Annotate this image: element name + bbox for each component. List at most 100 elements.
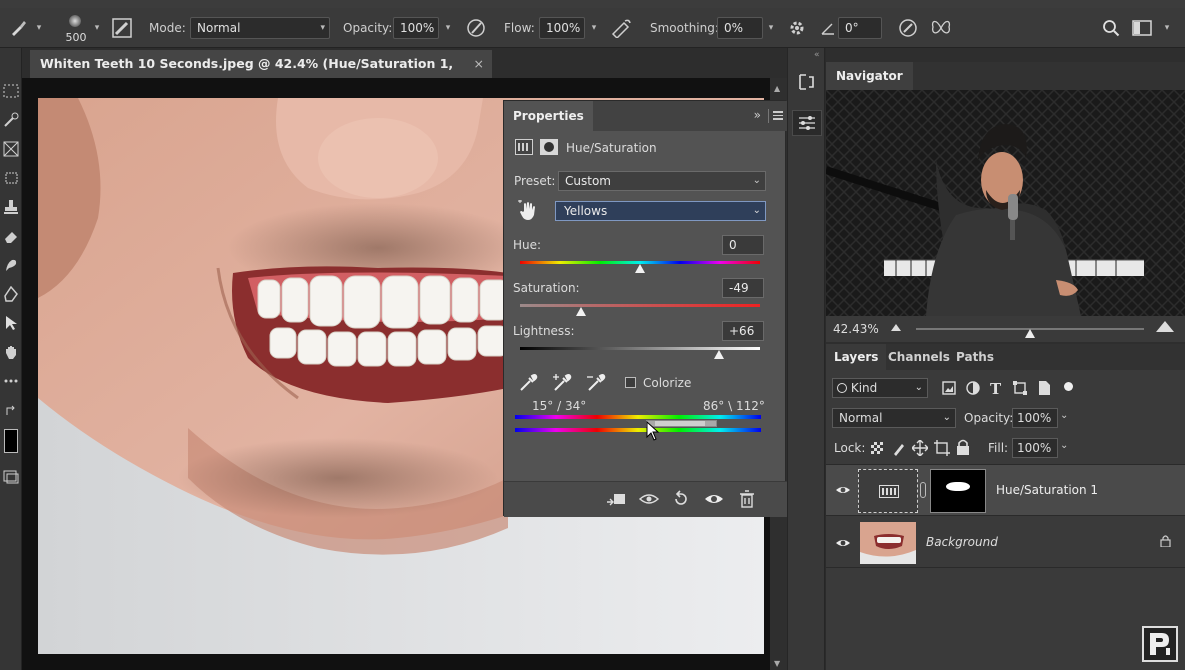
lightness-slider-thumb[interactable] (714, 350, 725, 359)
close-icon[interactable]: × (474, 50, 484, 78)
zoom-percent[interactable]: 42.43% (833, 322, 879, 336)
zoom-slider-thumb[interactable] (1025, 329, 1035, 338)
fill-field[interactable]: 100% (1012, 438, 1058, 458)
adjustment-layer-thumbnail[interactable] (858, 469, 918, 513)
mask-link-chain-icon[interactable] (920, 482, 926, 498)
view-previous-state-icon[interactable] (638, 491, 660, 510)
reset-icon[interactable] (672, 490, 690, 511)
eraser-tool-icon[interactable] (1, 225, 21, 247)
lightness-value-field[interactable]: +66 (722, 321, 764, 341)
filter-smart-object-icon[interactable] (1037, 380, 1051, 399)
lock-transparent-icon[interactable] (871, 442, 883, 454)
lock-icon[interactable] (1160, 534, 1171, 550)
scroll-down-icon[interactable]: ▼ (774, 659, 780, 668)
clone-stamp-tool-icon[interactable] (1, 196, 21, 218)
tab-layers[interactable]: Layers (826, 344, 887, 370)
filter-kind-dropdown[interactable]: Kind ⌄ (832, 378, 928, 398)
filter-pixel-icon[interactable] (942, 381, 956, 398)
history-icon[interactable] (797, 72, 817, 95)
navigator-tab[interactable]: Navigator (826, 62, 913, 90)
lock-position-move-icon[interactable] (911, 439, 929, 459)
saturation-slider-track[interactable] (520, 304, 760, 307)
layer-mask-thumbnail[interactable] (930, 469, 986, 513)
tab-channels[interactable]: Channels (880, 344, 958, 370)
symmetry-butterfly-icon[interactable] (928, 8, 954, 48)
layer-opacity-field[interactable]: 100% (1012, 408, 1058, 428)
layer-row-background[interactable]: Background (826, 518, 1185, 568)
foreground-color-swatch[interactable] (1, 426, 21, 456)
brush-preset-picker[interactable]: 500 (60, 12, 92, 46)
layer-name[interactable]: Background (926, 535, 998, 549)
hand-tool-icon[interactable] (1, 341, 21, 363)
path-selection-tool-icon[interactable] (1, 312, 21, 334)
tab-paths[interactable]: Paths (948, 344, 1002, 370)
collapse-dock-icon[interactable]: « (814, 50, 820, 60)
lock-all-icon[interactable] (956, 439, 970, 458)
airbrush-icon[interactable] (608, 8, 634, 48)
background-layer-thumbnail[interactable] (860, 522, 916, 564)
pressure-opacity-icon[interactable] (464, 8, 488, 48)
filter-shape-icon[interactable] (1013, 381, 1027, 398)
tool-preset-chevron-icon[interactable]: ▾ (32, 17, 46, 39)
pen-tool-icon[interactable] (1, 283, 21, 305)
collapse-panel-icon[interactable]: » (754, 108, 761, 122)
channel-dropdown[interactable]: Yellows ⌄ (555, 201, 766, 221)
saturation-slider-thumb[interactable] (576, 307, 587, 316)
flow-chevron-icon[interactable]: ▾ (587, 17, 601, 39)
smoothing-chevron-icon[interactable]: ▾ (764, 17, 778, 39)
hue-slider-thumb[interactable] (635, 264, 645, 273)
mode-dropdown[interactable]: Normal ▾ (190, 17, 330, 39)
brush-preset-chevron-icon[interactable]: ▾ (90, 17, 104, 39)
eyedropper-plus-icon[interactable] (552, 373, 572, 396)
frame-tool-icon[interactable] (1, 138, 21, 160)
flow-field[interactable]: 100% (539, 17, 585, 39)
gear-icon[interactable] (785, 8, 809, 48)
scroll-up-icon[interactable]: ▲ (774, 84, 780, 93)
panel-menu-icon[interactable] (773, 111, 783, 120)
lock-pixels-brush-icon[interactable] (892, 440, 906, 459)
quick-selection-tool-icon[interactable] (1, 109, 21, 131)
clip-to-layer-icon[interactable] (606, 491, 626, 510)
targeted-adjustment-hand-icon[interactable] (518, 199, 538, 222)
crop-tool-icon[interactable] (1, 167, 21, 189)
blend-mode-dropdown[interactable]: Normal ⌄ (832, 408, 956, 428)
brush-tool-icon[interactable] (6, 8, 30, 48)
eyedropper-icon[interactable] (518, 373, 538, 396)
smudge-tool-icon[interactable] (1, 254, 21, 276)
marquee-tool-icon[interactable] (1, 80, 21, 102)
visibility-eye-icon[interactable] (835, 484, 851, 499)
angle-field[interactable]: 0° (838, 17, 882, 39)
workspace-layout-icon[interactable] (1130, 8, 1154, 48)
saturation-value-field[interactable]: -49 (722, 278, 764, 298)
zoom-out-icon[interactable] (891, 324, 901, 331)
opacity-field[interactable]: 100% (393, 17, 439, 39)
preset-dropdown[interactable]: Custom ⌄ (558, 171, 766, 191)
fill-chevron-icon[interactable]: ⌄ (1060, 440, 1068, 451)
layer-name[interactable]: Hue/Saturation 1 (996, 483, 1098, 497)
filter-toggle-icon[interactable] (1064, 382, 1073, 391)
navigator-thumbnail[interactable] (826, 90, 1185, 316)
swap-colors-icon[interactable] (1, 400, 21, 422)
properties-tab[interactable]: Properties (504, 101, 593, 131)
layer-opacity-chevron-icon[interactable]: ⌄ (1060, 410, 1068, 421)
layer-mask-icon[interactable] (540, 139, 558, 155)
hue-value-field[interactable]: 0 (722, 235, 764, 255)
workspace-chevron-icon[interactable]: ▾ (1160, 17, 1174, 39)
search-icon[interactable] (1100, 8, 1122, 48)
menu-bar[interactable] (0, 0, 1185, 8)
eyedropper-minus-icon[interactable] (586, 373, 606, 396)
lock-artboard-icon[interactable] (934, 440, 950, 459)
document-tab[interactable]: Whiten Teeth 10 Seconds.jpeg @ 42.4% (Hu… (30, 50, 492, 99)
opacity-chevron-icon[interactable]: ▾ (441, 17, 455, 39)
more-tools-icon[interactable] (1, 370, 21, 392)
layer-row-hue-saturation[interactable]: Hue/Saturation 1 (826, 464, 1185, 516)
filter-adjustment-icon[interactable] (966, 381, 980, 398)
trash-icon[interactable] (740, 490, 754, 511)
colorize-checkbox[interactable] (625, 377, 636, 388)
screen-mode-icon[interactable] (1, 466, 21, 488)
smoothing-field[interactable]: 0% (717, 17, 763, 39)
filter-type-icon[interactable]: T (990, 380, 1001, 398)
pressure-size-icon[interactable] (896, 8, 920, 48)
visibility-eye-icon[interactable] (835, 537, 851, 552)
properties-panel-icon[interactable] (792, 110, 822, 136)
